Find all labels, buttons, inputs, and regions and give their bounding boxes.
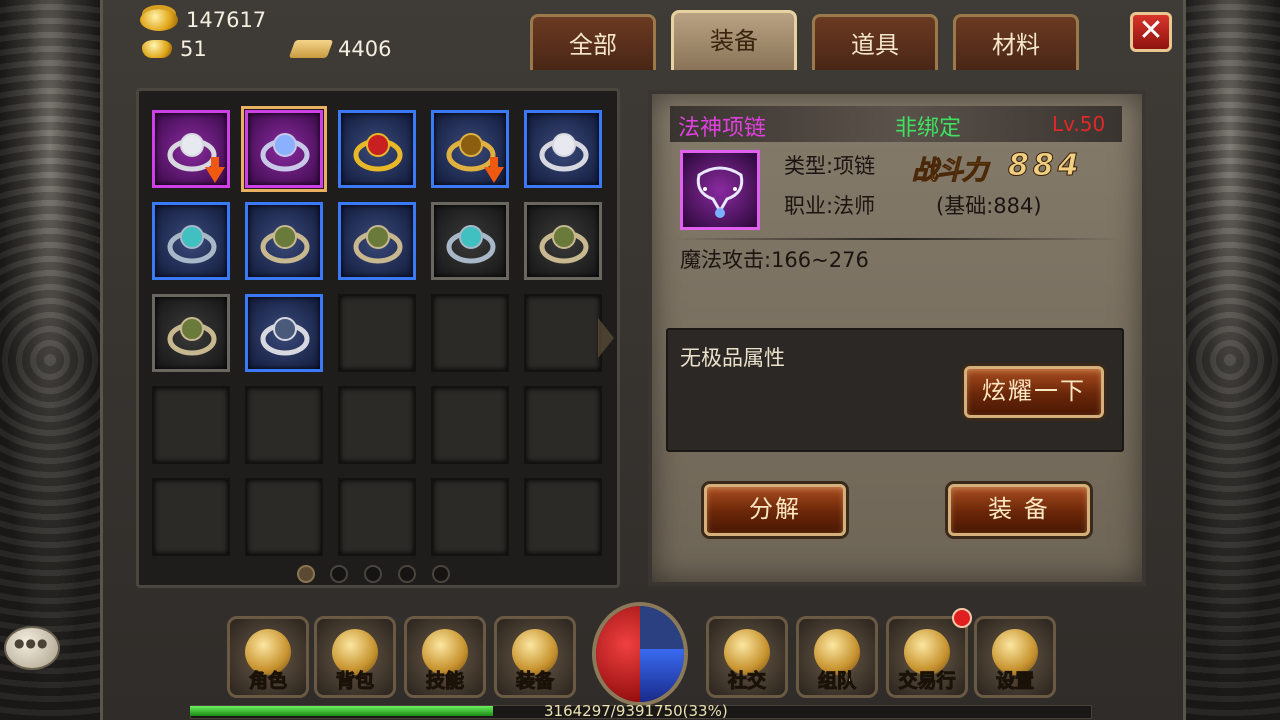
boots-icon bbox=[167, 317, 217, 356]
inventory-slot-empty[interactable] bbox=[338, 478, 416, 556]
inventory-slot-boots[interactable] bbox=[245, 202, 323, 280]
chat-bubble-icon[interactable] bbox=[4, 626, 60, 670]
experience-text: 3164297/9391750(33%) bbox=[544, 702, 728, 720]
inventory-slot-necklace[interactable] bbox=[241, 106, 327, 192]
inventory-slot-empty[interactable] bbox=[431, 294, 509, 372]
page-dot-5[interactable] bbox=[432, 565, 450, 583]
inventory-slot-ring[interactable] bbox=[152, 110, 230, 188]
inventory-slot-boots[interactable] bbox=[524, 202, 602, 280]
page-dot-2[interactable] bbox=[330, 565, 348, 583]
inventory-slot-boots[interactable] bbox=[152, 294, 230, 372]
gold-ingot-icon bbox=[142, 40, 172, 58]
gold-coins-counter: 147617 bbox=[140, 8, 266, 32]
nav-button-book[interactable]: 技能 bbox=[404, 616, 486, 698]
nav-label: 设置 bbox=[995, 670, 1034, 693]
gloves-icon bbox=[260, 317, 310, 356]
gold-ingots-value: 51 bbox=[180, 37, 207, 61]
nav-button-flag[interactable]: 组队 bbox=[796, 616, 878, 698]
detail-divider bbox=[672, 238, 1122, 240]
nav-label: 背包 bbox=[335, 670, 374, 693]
inventory-slot-empty[interactable] bbox=[245, 478, 323, 556]
necklace-icon bbox=[696, 166, 744, 218]
nav-label: 组队 bbox=[817, 670, 856, 693]
nav-button-bag[interactable]: 背包 bbox=[314, 616, 396, 698]
close-button[interactable]: ✕ bbox=[1130, 12, 1172, 52]
nav-label: 装备 bbox=[515, 670, 554, 693]
upgrade-arrow-icon bbox=[484, 157, 504, 183]
mp-globe bbox=[640, 606, 684, 702]
panel-arrow-hint bbox=[598, 318, 614, 358]
inventory-slot-empty[interactable] bbox=[338, 294, 416, 372]
item-name: 法神项链 bbox=[678, 116, 767, 141]
tab-items[interactable]: 道具 bbox=[812, 14, 938, 70]
inventory-slot-dragon-ring[interactable] bbox=[338, 110, 416, 188]
hp-mp-orb bbox=[592, 602, 688, 706]
bind-status: 非绑定 bbox=[895, 116, 962, 141]
tab-equipment[interactable]: 装备 bbox=[671, 10, 797, 70]
scroll-icon bbox=[288, 40, 334, 58]
nav-button-helmet[interactable]: 角色 bbox=[227, 616, 309, 698]
decompose-button[interactable]: 分解 bbox=[704, 484, 846, 536]
inventory-slot-bracelet[interactable] bbox=[152, 202, 230, 280]
equip-button[interactable]: 装 备 bbox=[948, 484, 1090, 536]
scroll-counter: 4406 bbox=[288, 37, 392, 61]
gold-coins-icon bbox=[140, 9, 178, 31]
nav-button-handshake[interactable]: 社交 bbox=[706, 616, 788, 698]
dragon-ring-icon bbox=[353, 133, 403, 172]
left-ornate-pillar bbox=[0, 0, 100, 720]
item-type: 类型:项链 bbox=[784, 154, 876, 178]
nav-label: 社交 bbox=[727, 670, 766, 693]
inventory-slot-gloves[interactable] bbox=[245, 294, 323, 372]
page-dot-4[interactable] bbox=[398, 565, 416, 583]
nav-button-gear[interactable]: 设置 bbox=[974, 616, 1056, 698]
item-class: 职业:法师 bbox=[784, 194, 876, 218]
page-dot-1[interactable] bbox=[297, 565, 315, 583]
boots-icon bbox=[260, 225, 310, 264]
trade-notification-dot bbox=[952, 608, 972, 628]
inventory-slot-helmet[interactable] bbox=[431, 110, 509, 188]
inventory-slot-empty[interactable] bbox=[431, 386, 509, 464]
nav-button-gavel[interactable]: 交易行 bbox=[886, 616, 968, 698]
inventory-slot-empty[interactable] bbox=[431, 478, 509, 556]
necklace-icon bbox=[260, 133, 310, 172]
nav-button-weapons[interactable]: 装备 bbox=[494, 616, 576, 698]
show-off-button[interactable]: 炫耀一下 bbox=[964, 366, 1104, 418]
nav-label: 角色 bbox=[248, 670, 287, 693]
inventory-slot-empty[interactable] bbox=[524, 386, 602, 464]
scrolls-value: 4406 bbox=[338, 37, 392, 61]
tab-materials[interactable]: 材料 bbox=[953, 14, 1079, 70]
ring-icon bbox=[539, 133, 589, 172]
bracelet-icon bbox=[167, 225, 217, 264]
experience-fill bbox=[190, 706, 494, 716]
tab-all[interactable]: 全部 bbox=[530, 14, 656, 70]
inventory-slot-ring[interactable] bbox=[524, 110, 602, 188]
page-dot-3[interactable] bbox=[364, 565, 382, 583]
inventory-slot-empty[interactable] bbox=[338, 386, 416, 464]
inventory-slot-empty[interactable] bbox=[524, 478, 602, 556]
gold-ingots-counter: 51 bbox=[142, 37, 207, 61]
upgrade-arrow-icon bbox=[205, 157, 225, 183]
extra-attributes-text: 无极品属性 bbox=[680, 346, 785, 370]
detail-item-icon bbox=[680, 150, 760, 230]
inventory-slot-bracelet[interactable] bbox=[431, 202, 509, 280]
bracelet-icon bbox=[446, 225, 496, 264]
inventory-slot-empty[interactable] bbox=[152, 478, 230, 556]
gold-coins-value: 147617 bbox=[186, 8, 267, 32]
item-level: Lv.50 bbox=[1052, 112, 1106, 136]
nav-label: 技能 bbox=[425, 670, 464, 693]
nav-label: 交易行 bbox=[898, 670, 956, 693]
inventory-slot-empty[interactable] bbox=[152, 386, 230, 464]
inventory-slot-boots[interactable] bbox=[338, 202, 416, 280]
inventory-slot-empty[interactable] bbox=[245, 386, 323, 464]
magic-attack-stat: 魔法攻击:166~276 bbox=[680, 248, 869, 272]
boots-icon bbox=[353, 225, 403, 264]
combat-power-base: (基础:884) bbox=[936, 194, 1042, 218]
combat-power-value: 884 bbox=[1008, 148, 1083, 184]
boots-icon bbox=[539, 225, 589, 264]
inventory-slot-empty[interactable] bbox=[524, 294, 602, 372]
combat-power-label: 战斗力 bbox=[911, 156, 988, 187]
right-ornate-pillar bbox=[1180, 0, 1280, 720]
hp-globe bbox=[596, 606, 640, 702]
